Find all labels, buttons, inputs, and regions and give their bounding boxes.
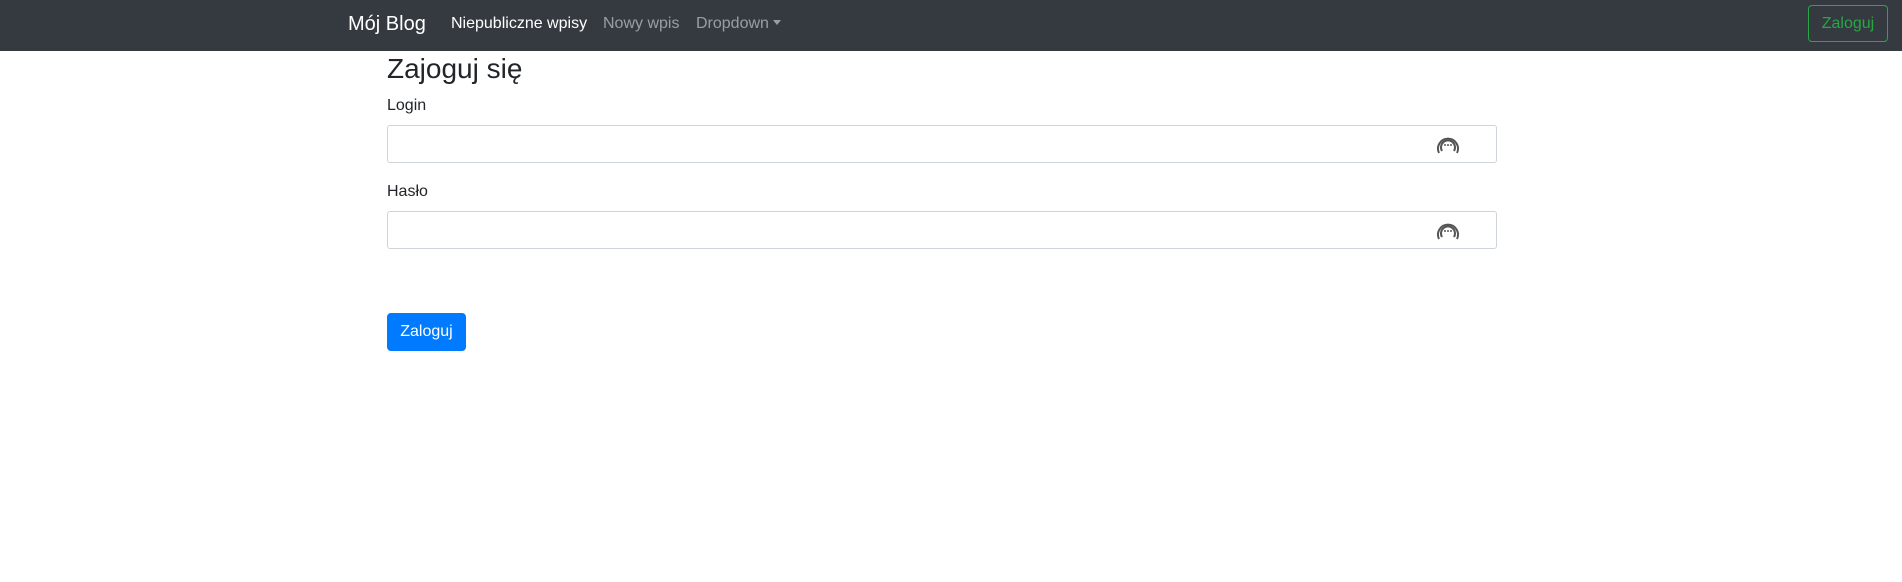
login-input[interactable] bbox=[387, 125, 1497, 163]
caret-down-icon bbox=[772, 20, 781, 25]
password-input[interactable] bbox=[387, 211, 1497, 249]
nav-dropdown-toggle[interactable]: Dropdown bbox=[696, 0, 781, 51]
login-label: Login bbox=[387, 97, 427, 114]
submit-login-button[interactable]: Zaloguj bbox=[387, 313, 466, 351]
page-title: Zajoguj się bbox=[387, 53, 523, 84]
nav-dropdown-label: Dropdown bbox=[696, 15, 769, 32]
nav-link-private-posts[interactable]: Niepubliczne wpisy bbox=[451, 0, 587, 51]
navbar-login-button[interactable]: Zaloguj bbox=[1808, 5, 1888, 42]
nav-link-new-post[interactable]: Nowy wpis bbox=[603, 0, 679, 51]
password-manager-key-icon[interactable] bbox=[1434, 131, 1462, 159]
navbar-brand[interactable]: Mój Blog bbox=[348, 0, 426, 51]
password-label: Hasło bbox=[387, 183, 428, 200]
password-manager-key-icon[interactable] bbox=[1434, 217, 1462, 245]
top-navbar: Mój Blog Niepubliczne wpisy Nowy wpis Dr… bbox=[0, 0, 1902, 51]
